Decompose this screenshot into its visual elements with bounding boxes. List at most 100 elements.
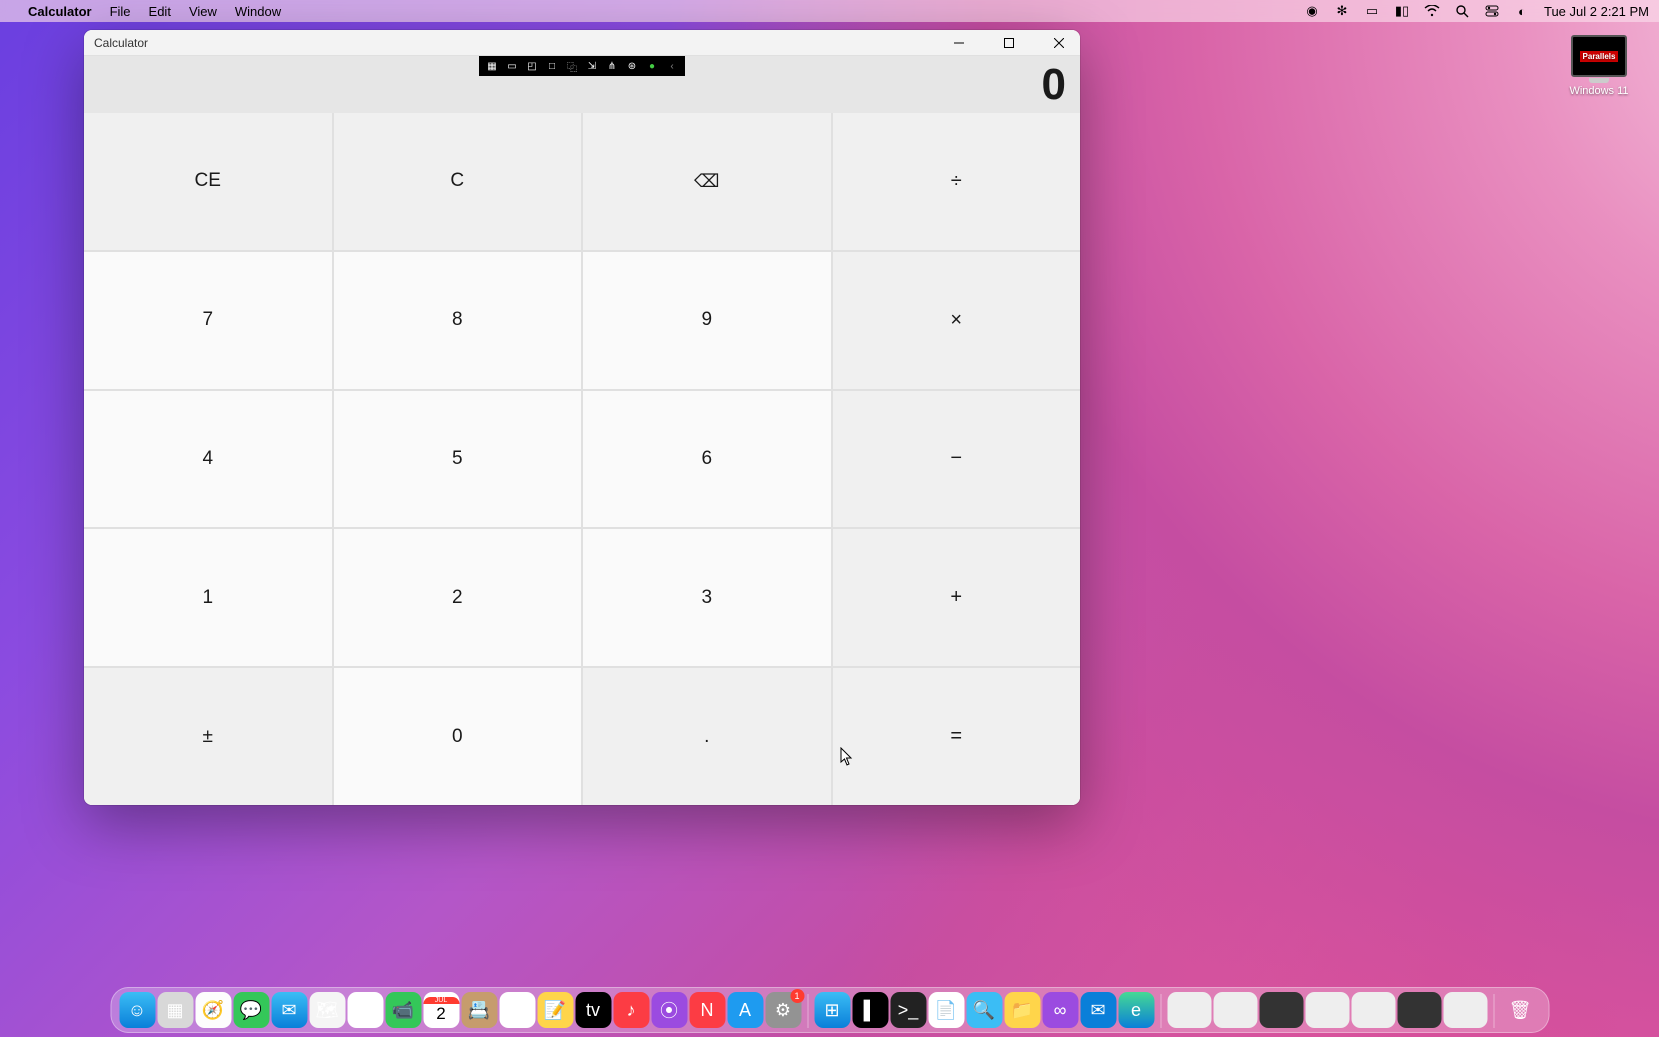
parallels-thumb-icon: Parallels: [1571, 35, 1627, 77]
key-6[interactable]: 6: [583, 391, 831, 528]
menu-window[interactable]: Window: [235, 4, 281, 19]
dock-safari[interactable]: 🧭: [195, 992, 231, 1028]
dock-music[interactable]: ♪: [613, 992, 649, 1028]
dock-photos[interactable]: ✿: [347, 992, 383, 1028]
clipboard-icon[interactable]: ⿻: [565, 59, 579, 73]
key-negate[interactable]: ±: [84, 668, 332, 805]
dock-terminal[interactable]: ▌: [852, 992, 888, 1028]
camera-icon[interactable]: ▭: [505, 59, 519, 73]
menu-view[interactable]: View: [189, 4, 217, 19]
calendar-month-label: JUL: [423, 997, 459, 1004]
pointer-icon[interactable]: ◰: [525, 59, 539, 73]
dock-news[interactable]: N: [689, 992, 725, 1028]
dock-system-settings[interactable]: ⚙ 1: [765, 992, 801, 1028]
menu-edit[interactable]: Edit: [149, 4, 171, 19]
dock-ms-mail[interactable]: ✉: [1080, 992, 1116, 1028]
key-3[interactable]: 3: [583, 529, 831, 666]
dock-windows-vm[interactable]: ⊞: [814, 992, 850, 1028]
key-clear-entry[interactable]: CE: [84, 113, 332, 250]
settings-badge: 1: [790, 989, 804, 1003]
dock-minimized-4[interactable]: [1305, 992, 1349, 1028]
shield-icon[interactable]: ✻: [1334, 3, 1350, 19]
dock-maps[interactable]: 🗺: [309, 992, 345, 1028]
key-divide[interactable]: ÷: [833, 113, 1081, 250]
menu-file[interactable]: File: [110, 4, 131, 19]
dock-calendar[interactable]: JUL 2: [423, 992, 459, 1028]
dock-minimized-1[interactable]: [1167, 992, 1211, 1028]
dock-notes[interactable]: 📝: [537, 992, 573, 1028]
dock-preview[interactable]: 🔍: [966, 992, 1002, 1028]
key-8[interactable]: 8: [334, 252, 582, 389]
wifi-icon[interactable]: [1424, 3, 1440, 19]
siri-icon[interactable]: ◐: [1514, 3, 1530, 19]
key-backspace[interactable]: ⌫: [583, 113, 831, 250]
monitor-stand-icon: [1589, 78, 1609, 83]
key-7[interactable]: 7: [84, 252, 332, 389]
close-button[interactable]: [1044, 33, 1074, 53]
window-icon[interactable]: □: [545, 59, 559, 73]
dock-mail[interactable]: ✉: [271, 992, 307, 1028]
parallels-floating-toolbar[interactable]: ▦ ▭ ◰ □ ⿻ ⇲ ⋔ ⊛ ● ‹: [479, 56, 685, 76]
calendar-day-label: 2: [436, 1004, 445, 1024]
dock-tv[interactable]: tv: [575, 992, 611, 1028]
key-0[interactable]: 0: [334, 668, 582, 805]
spotlight-search-icon[interactable]: [1454, 3, 1470, 19]
mac-dock: ☺ ▦ 🧭 💬 ✉ 🗺 ✿ 📹 JUL 2 📇 ☰ 📝 tv ♪ ⦿ N A ⚙…: [110, 987, 1549, 1033]
dock-appstore[interactable]: A: [727, 992, 763, 1028]
dock-finder[interactable]: ☺: [119, 992, 155, 1028]
key-add[interactable]: +: [833, 529, 1081, 666]
dock-reminders[interactable]: ☰: [499, 992, 535, 1028]
dock-facetime[interactable]: 📹: [385, 992, 421, 1028]
dock-cmd[interactable]: >_: [890, 992, 926, 1028]
share-icon[interactable]: ⇲: [585, 59, 599, 73]
control-center-icon[interactable]: [1484, 3, 1500, 19]
dock-file-explorer[interactable]: 📁: [1004, 992, 1040, 1028]
dock-minimized-3[interactable]: [1259, 992, 1303, 1028]
key-1[interactable]: 1: [84, 529, 332, 666]
parallels-brand-label: Parallels: [1580, 51, 1619, 62]
desktop-icon-windows11[interactable]: Parallels Windows 11: [1559, 35, 1639, 97]
key-subtract[interactable]: −: [833, 391, 1081, 528]
dock-contacts[interactable]: 📇: [461, 992, 497, 1028]
check-icon[interactable]: ●: [645, 59, 659, 73]
key-5[interactable]: 5: [334, 391, 582, 528]
dock-launchpad[interactable]: ▦: [157, 992, 193, 1028]
dock-messages[interactable]: 💬: [233, 992, 269, 1028]
coherence-icon[interactable]: ▦: [485, 59, 499, 73]
dock-separator-3: [1493, 994, 1494, 1028]
dock-separator: [807, 994, 808, 1028]
accessibility-icon[interactable]: ⊛: [625, 59, 639, 73]
app-menu[interactable]: Calculator: [28, 4, 92, 19]
key-4[interactable]: 4: [84, 391, 332, 528]
key-clear[interactable]: C: [334, 113, 582, 250]
dock-minimized-5[interactable]: [1351, 992, 1395, 1028]
key-9[interactable]: 9: [583, 252, 831, 389]
dock-visual-studio[interactable]: ∞: [1042, 992, 1078, 1028]
collapse-icon[interactable]: ‹: [665, 59, 679, 73]
window-titlebar[interactable]: Calculator: [84, 30, 1080, 56]
dock-separator-2: [1160, 994, 1161, 1028]
record-icon[interactable]: ◉: [1304, 3, 1320, 19]
usb-icon[interactable]: ⋔: [605, 59, 619, 73]
dock-trash[interactable]: 🗑: [1500, 992, 1540, 1028]
mac-menubar: Calculator File Edit View Window ◉ ✻ ▭ ▮…: [0, 0, 1659, 22]
dock-podcasts[interactable]: ⦿: [651, 992, 687, 1028]
display-value: 0: [1042, 60, 1066, 110]
calculator-window: Calculator ▦ ▭ ◰ □ ⿻ ⇲ ⋔ ⊛ ● ‹ 0: [84, 30, 1080, 805]
backspace-icon: ⌫: [694, 171, 719, 192]
key-decimal[interactable]: .: [583, 668, 831, 805]
dock-minimized-6[interactable]: [1397, 992, 1441, 1028]
key-equals[interactable]: =: [833, 668, 1081, 805]
dock-textedit[interactable]: 📄: [928, 992, 964, 1028]
screen-mirror-icon[interactable]: ▭: [1364, 3, 1380, 19]
dock-minimized-7[interactable]: [1443, 992, 1487, 1028]
menubar-clock[interactable]: Tue Jul 2 2:21 PM: [1544, 4, 1649, 19]
dock-edge[interactable]: e: [1118, 992, 1154, 1028]
dock-minimized-2[interactable]: [1213, 992, 1257, 1028]
battery-icon[interactable]: ▮▯: [1394, 3, 1410, 19]
key-2[interactable]: 2: [334, 529, 582, 666]
maximize-button[interactable]: [994, 33, 1024, 53]
minimize-button[interactable]: [944, 33, 974, 53]
key-multiply[interactable]: ×: [833, 252, 1081, 389]
calculator-keypad: CE C ⌫ ÷ 7 8 9 × 4 5 6 − 1 2 3 + ± 0 . =: [84, 113, 1080, 805]
